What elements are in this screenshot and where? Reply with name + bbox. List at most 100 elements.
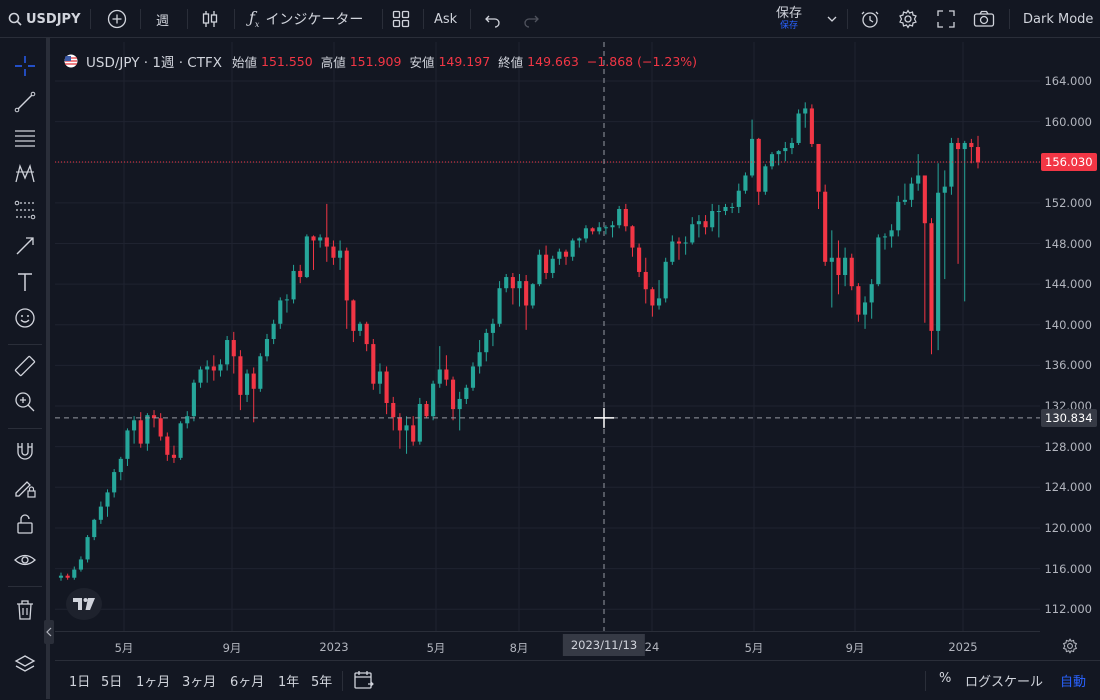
legend-high-label: 高値 xyxy=(320,54,346,70)
price-tick-label: 160.000 xyxy=(1044,114,1092,129)
candle-body xyxy=(696,221,701,225)
chart-type-button[interactable] xyxy=(200,0,220,38)
compare-button[interactable] xyxy=(107,0,127,38)
candle-body xyxy=(504,277,509,289)
candle-body xyxy=(836,257,841,276)
range-1d-button[interactable]: 1日 xyxy=(69,671,90,690)
emoji-tool[interactable] xyxy=(9,302,41,334)
legend-low: 149.197 xyxy=(438,53,491,69)
lock-all-tool[interactable] xyxy=(9,508,41,540)
object-tree-tool[interactable] xyxy=(9,649,41,681)
candlestick-chart[interactable] xyxy=(55,42,1040,631)
tradingview-logo[interactable] xyxy=(66,588,102,620)
settings-button[interactable] xyxy=(898,0,918,38)
price-tick-label: 112.000 xyxy=(1044,602,1092,617)
auto-scale-toggle[interactable]: 自動 xyxy=(1060,671,1086,690)
crosshair-price-tag: 130.834 xyxy=(1041,408,1097,427)
candle-body xyxy=(936,192,941,331)
range-5y-button[interactable]: 5年 xyxy=(311,671,332,690)
crosshair-icon xyxy=(15,56,35,76)
percent-toggle[interactable]: % xyxy=(939,671,951,686)
pattern-tool[interactable] xyxy=(9,158,41,190)
save-menu-button[interactable] xyxy=(826,0,838,38)
pattern-icon xyxy=(15,163,35,183)
range-3m-button[interactable]: 3ヶ月 xyxy=(182,671,216,690)
time-tick-label: 5月 xyxy=(744,641,764,655)
lock-icon xyxy=(17,514,33,534)
horizontal-lines-tool[interactable] xyxy=(9,122,41,154)
candle-body xyxy=(72,569,77,578)
magnet-tool[interactable] xyxy=(9,436,41,468)
text-icon xyxy=(18,273,32,291)
gear-icon xyxy=(1062,638,1078,654)
candle-body xyxy=(922,175,927,224)
time-tick-label: 9月 xyxy=(845,641,865,655)
candle-body xyxy=(869,284,874,303)
candle-body xyxy=(723,206,728,212)
smiley-icon xyxy=(15,308,35,328)
fullscreen-button[interactable] xyxy=(937,0,955,38)
brush-tool[interactable] xyxy=(9,230,41,262)
range-6m-button[interactable]: 6ヶ月 xyxy=(230,671,264,690)
candle-body xyxy=(517,281,522,289)
candle-body xyxy=(444,369,449,380)
indicators-button[interactable]: ƒx インジケーター xyxy=(249,0,363,38)
undo-button[interactable] xyxy=(484,0,502,38)
ruler-icon xyxy=(14,355,36,377)
time-tick-label: 2025 xyxy=(948,640,978,654)
candle-body xyxy=(849,257,854,287)
time-tick-label: 8月 xyxy=(509,641,529,655)
layouts-button[interactable] xyxy=(392,0,410,38)
candle-body xyxy=(158,418,163,437)
range-5d-button[interactable]: 5日 xyxy=(101,671,122,690)
interval-label: 週 xyxy=(156,13,170,29)
candle-body xyxy=(902,199,907,202)
ask-label: Ask xyxy=(434,11,458,27)
calendar-icon xyxy=(354,671,374,689)
range-1m-button[interactable]: 1ヶ月 xyxy=(136,671,170,690)
candle-body xyxy=(178,423,183,458)
candle-body xyxy=(803,108,808,114)
price-tick-label: 120.000 xyxy=(1044,520,1092,535)
theme-toggle[interactable]: Dark Mode xyxy=(1023,0,1093,38)
redo-button[interactable] xyxy=(522,0,540,38)
ask-button[interactable]: Ask xyxy=(434,0,457,38)
indicators-label: インジケーター xyxy=(265,12,364,28)
text-tool[interactable] xyxy=(9,266,41,298)
candle-body xyxy=(205,366,210,370)
candle-body xyxy=(703,221,708,228)
candle-body xyxy=(384,371,389,404)
zoom-tool[interactable] xyxy=(9,386,41,418)
log-scale-toggle[interactable]: ログスケール xyxy=(965,671,1043,690)
symbol-search[interactable]: USDJPY xyxy=(8,0,81,38)
candle-body xyxy=(404,425,409,431)
collapse-toolbar-button[interactable] xyxy=(44,620,54,644)
range-1y-button[interactable]: 1年 xyxy=(278,671,299,690)
trend-line-tool[interactable] xyxy=(9,86,41,118)
time-axis[interactable]: 5月 9月 2023 5月 8月 24 5月 9月 2025 xyxy=(55,631,1040,660)
candle-body xyxy=(457,398,462,410)
crosshair-tool[interactable] xyxy=(9,50,41,82)
interval-button[interactable]: 週 xyxy=(156,0,169,38)
candle-body xyxy=(371,344,376,384)
hide-tool[interactable] xyxy=(9,544,41,576)
chevron-down-icon xyxy=(827,16,837,22)
price-axis[interactable]: 164.000160.000156.000152.000148.000144.0… xyxy=(1040,42,1100,631)
candle-body xyxy=(816,143,821,192)
measure-tool[interactable] xyxy=(9,350,41,382)
candle-body xyxy=(769,154,775,167)
candle-body xyxy=(676,241,682,244)
candle-body xyxy=(750,138,755,176)
go-to-date-button[interactable] xyxy=(353,670,375,694)
price-tick-label: 164.000 xyxy=(1044,74,1092,88)
remove-drawings-tool[interactable] xyxy=(9,594,41,626)
candle-body xyxy=(975,147,981,163)
price-tick-label: 136.000 xyxy=(1044,358,1092,373)
candle-body xyxy=(823,191,828,262)
lock-drawing-tool[interactable] xyxy=(9,472,41,504)
save-button[interactable]: 保存 保存 xyxy=(776,0,802,38)
fib-tool[interactable] xyxy=(9,194,41,226)
alert-button[interactable] xyxy=(860,0,880,38)
axis-settings-button[interactable] xyxy=(1062,638,1078,658)
screenshot-button[interactable] xyxy=(973,0,995,38)
